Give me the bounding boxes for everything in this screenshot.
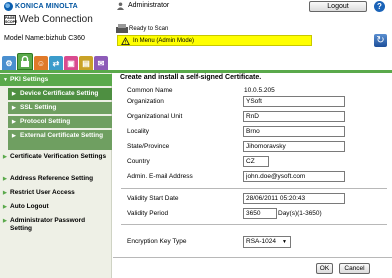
email-label: Admin. E-mail Address [127,173,193,180]
user-label: Administrator [128,2,170,9]
country-label: Country [127,158,150,165]
sidebar-item-label: Restrict User Access [10,189,75,196]
header: KONICA MINOLTA PAGE SCOPE Web Connection… [0,0,392,54]
common-name-label: Common Name [127,87,173,94]
sidebar-item-label: Certificate Verification Settings [10,153,107,160]
triangle-down-icon: ▼ [3,77,8,83]
brand-name: KONICA MINOLTA [15,3,78,10]
triangle-right-icon: ▶ [3,218,7,224]
administrator-icon [116,2,125,10]
divider [121,188,387,189]
validity-period-label: Validity Period [127,210,169,217]
sidebar-item-address-reference[interactable]: ▶ Address Reference Setting [0,175,112,185]
country-field[interactable] [243,156,269,167]
lock-icon [21,56,29,67]
sidebar-item-label: Device Certificate Setting [20,90,99,97]
triangle-right-icon: ▶ [3,154,7,160]
encryption-key-select[interactable]: RSA-1024 ▼ [243,236,291,248]
main-content: Create and install a self-signed Certifi… [113,73,392,278]
maintenance-tab-icon[interactable]: ⚙ [2,56,16,70]
sidebar-item-label: Protocol Setting [20,118,71,125]
sidebar-item-label: Auto Logout [10,203,49,210]
printer-status-icon [116,24,128,33]
admin-bar: Administrator Logout ? [112,0,392,12]
sidebar-item-protocol-setting[interactable]: ▶ Protocol Setting [8,116,112,128]
sidebar-item-pki-settings[interactable]: ▼ PKI Settings [0,74,112,86]
logo-area: KONICA MINOLTA PAGE SCOPE Web Connection… [2,2,112,50]
triangle-right-icon: ▶ [12,105,16,111]
triangle-right-icon: ▶ [3,204,7,210]
sidebar-item-label: External Certificate Setting [20,132,104,139]
state-field[interactable] [243,141,345,152]
triangle-right-icon: ▶ [12,119,16,125]
org-unit-label: Organizational Unit [127,113,183,120]
status-warning-text: In Menu (Admin Mode) [133,38,195,44]
status-ready-text: Ready to Scan [129,26,169,32]
function-tabs: ⚙ ☺ ⇄ ▣ ▤ ✉ [0,53,112,70]
triangle-right-icon: ▶ [3,176,7,182]
sidebar-item-auto-logout[interactable]: ▶ Auto Logout [0,203,112,213]
divider [121,224,387,225]
help-icon[interactable]: ? [374,1,385,12]
triangle-right-icon: ▶ [12,133,16,139]
admin-mode-warning: In Menu (Admin Mode) [117,35,312,46]
box-tab-icon[interactable]: ▣ [64,56,78,70]
organization-label: Organization [127,98,164,105]
refresh-icon[interactable]: ↻ [374,34,387,47]
validity-start-label: Validity Start Date [127,195,179,202]
model-name: Model Name:bizhub C360 [4,35,85,42]
sidebar-item-certificate-verification[interactable]: ▶ Certificate Verification Settings [0,153,112,171]
organization-field[interactable] [243,96,345,107]
encryption-key-label: Encryption Key Type [127,238,187,245]
validity-period-unit: Day(s)(1-3650) [278,210,322,217]
store-address-tab-icon[interactable]: ✉ [94,56,108,70]
page-title: Create and install a self-signed Certifi… [120,74,262,81]
pagescope-logo: PAGE SCOPE [4,15,18,25]
product-name: Web Connection [19,14,93,25]
ok-button[interactable]: OK [316,263,333,274]
sidebar-item-label: SSL Setting [20,104,57,111]
common-name-value: 10.0.5.205 [244,87,275,94]
sidebar: ▼ PKI Settings ▶ Device Certificate Sett… [0,73,112,278]
konica-minolta-globe-icon [4,2,13,11]
print-settings-tab-icon[interactable]: ▤ [79,56,93,70]
sidebar-item-device-certificate[interactable]: ▶ Device Certificate Setting [8,88,112,100]
sidebar-item-external-certificate[interactable]: ▶ External Certificate Setting [8,130,112,150]
user-auth-tab-icon[interactable]: ☺ [34,56,48,70]
email-field[interactable] [243,171,345,182]
validity-start-field[interactable] [243,193,345,204]
locality-field[interactable] [243,126,345,137]
footer-divider [113,257,392,258]
sidebar-item-ssl-setting[interactable]: ▶ SSL Setting [8,102,112,114]
encryption-key-value: RSA-1024 [246,238,276,245]
validity-period-field[interactable] [243,208,277,219]
logout-button[interactable]: Logout [309,1,367,12]
triangle-right-icon: ▶ [12,91,16,97]
warning-icon [121,37,130,45]
sidebar-item-admin-password[interactable]: ▶ Administrator Password Setting [0,217,112,235]
security-lock-tab-icon[interactable] [17,53,33,70]
org-unit-field[interactable] [243,111,345,122]
sidebar-item-label: PKI Settings [10,76,49,83]
cancel-button[interactable]: Cancel [339,263,370,274]
sidebar-item-label: Administrator Password Setting [10,217,86,232]
sidebar-item-label: Address Reference Setting [10,175,94,182]
state-label: State/Province [127,143,170,150]
sidebar-item-restrict-user-access[interactable]: ▶ Restrict User Access [0,189,112,199]
locality-label: Locality [127,128,150,135]
chevron-down-icon: ▼ [282,239,287,245]
brand-logo: KONICA MINOLTA [4,2,78,11]
triangle-right-icon: ▶ [3,190,7,196]
network-tab-icon[interactable]: ⇄ [49,56,63,70]
